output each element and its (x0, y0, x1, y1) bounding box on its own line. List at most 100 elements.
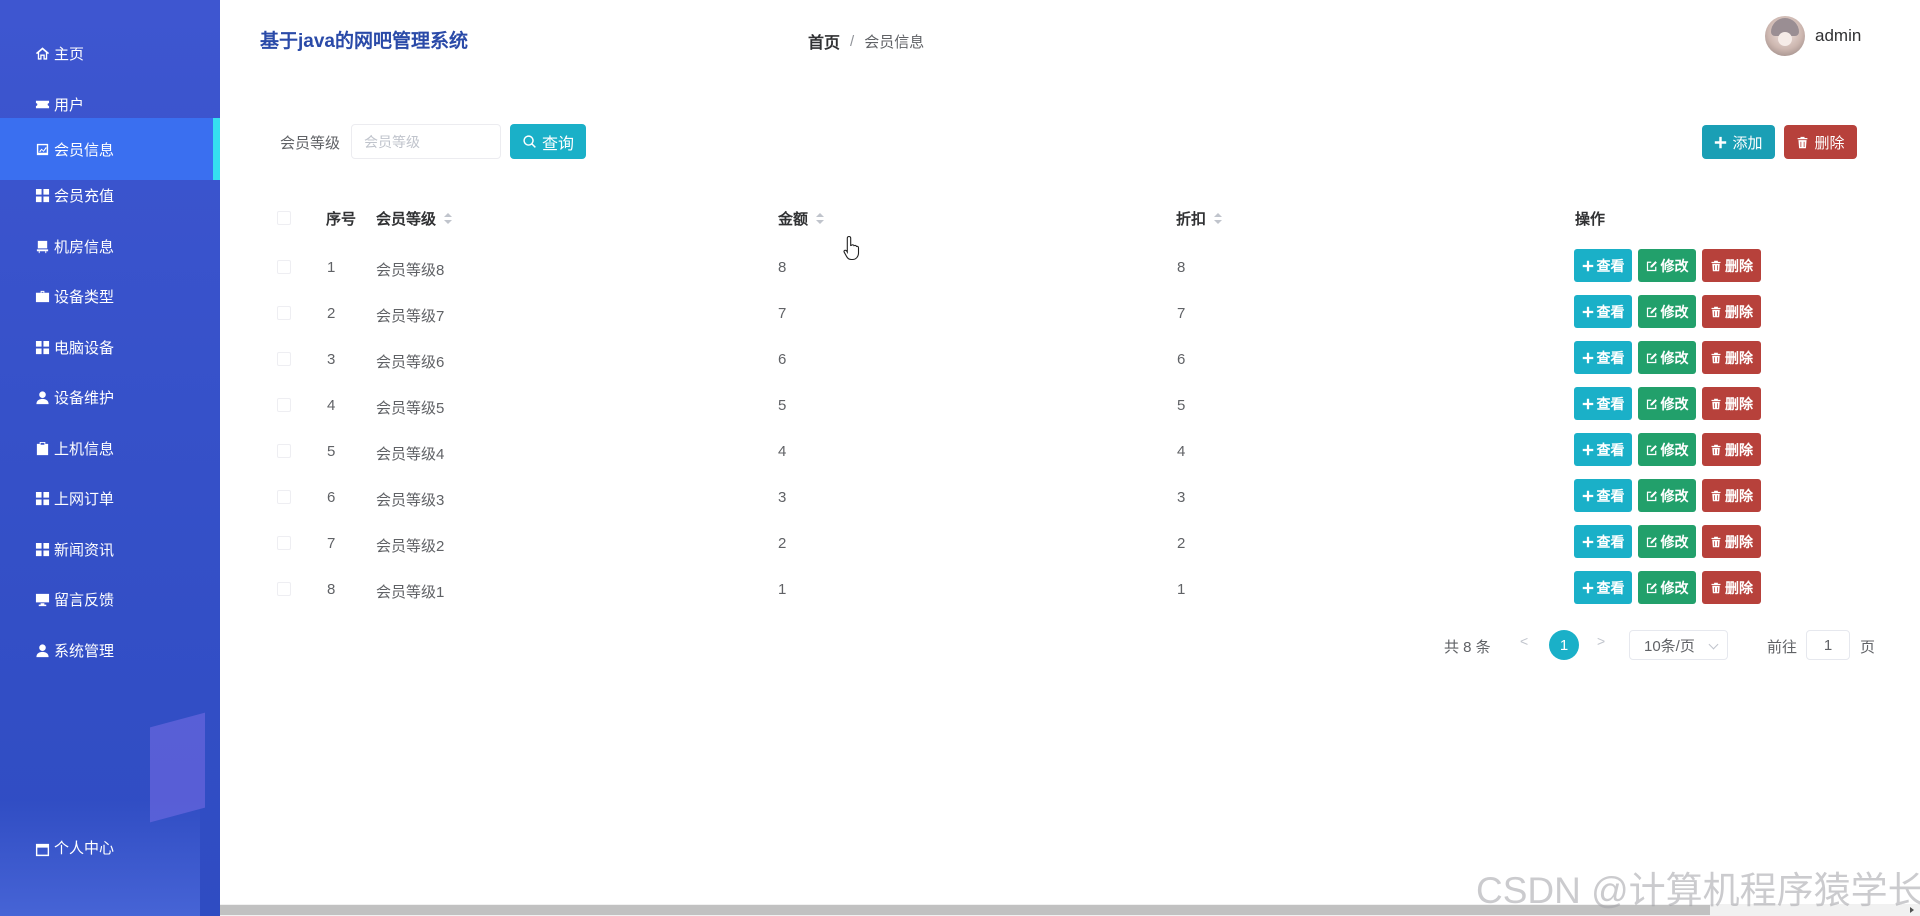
cell-amount: 8 (778, 259, 787, 276)
view-button-label: 查看 (1596, 579, 1625, 596)
grid-icon (34, 490, 50, 506)
cell-amount: 1 (778, 581, 787, 598)
pagination-next-button[interactable]: > (1597, 633, 1605, 663)
edit-button[interactable]: 修改 (1638, 387, 1696, 420)
table-row[interactable]: 3 会员等级6 6 6 查看 修改 删除 (270, 336, 1860, 382)
column-header-level[interactable]: 会员等级 (376, 208, 453, 229)
pagination-page-1[interactable]: 1 (1549, 630, 1579, 660)
table-row[interactable]: 8 会员等级1 1 1 查看 修改 删除 (270, 566, 1860, 612)
user-menu[interactable]: admin (1765, 16, 1861, 56)
sidebar-item-label: 上网订单 (54, 490, 115, 508)
chevron-down-icon (1708, 639, 1719, 650)
column-header-discount[interactable]: 折扣 (1176, 208, 1223, 229)
delete-button[interactable]: 删除 (1702, 249, 1761, 282)
select-all-checkbox[interactable] (277, 211, 291, 225)
goto-page-input[interactable] (1806, 630, 1850, 660)
member-level-search-input[interactable] (351, 124, 501, 159)
table-row[interactable]: 5 会员等级4 4 4 查看 修改 删除 (270, 428, 1860, 474)
row-checkbox[interactable] (277, 582, 291, 596)
row-checkbox[interactable] (277, 444, 291, 458)
delete-button[interactable]: 删除 (1702, 295, 1761, 328)
delete-button[interactable]: 删除 (1702, 341, 1761, 374)
delete-button-label: 删除 (1725, 303, 1753, 320)
view-button-label: 查看 (1596, 303, 1625, 320)
column-header-index: 序号 (326, 211, 357, 228)
watermark: CSDN @计算机程序猿学长 (1476, 870, 1920, 911)
sort-icon[interactable] (1214, 212, 1223, 225)
edit-button-label: 修改 (1660, 257, 1689, 274)
delete-button[interactable]: 删除 (1702, 525, 1761, 558)
view-button[interactable]: 查看 (1574, 525, 1632, 558)
view-button[interactable]: 查看 (1574, 479, 1632, 512)
cell-level: 会员等级4 (376, 446, 445, 463)
sidebar-item-label: 会员信息 (54, 141, 115, 159)
page-size-select[interactable]: 10条/页 (1629, 630, 1728, 660)
table-row[interactable]: 1 会员等级8 8 8 查看 修改 删除 (270, 244, 1860, 290)
edit-button[interactable]: 修改 (1638, 571, 1696, 604)
sidebar-item-label: 新闻资讯 (54, 541, 115, 559)
chart-icon (34, 141, 50, 157)
username[interactable]: admin (1815, 26, 1861, 46)
plus-icon (1582, 444, 1593, 455)
edit-button[interactable]: 修改 (1638, 433, 1696, 466)
pagination-total: 共 8 条 (1444, 639, 1491, 656)
sidebar-item-personal-center[interactable]: 个人中心 (0, 838, 220, 860)
calendar-icon (34, 841, 50, 857)
breadcrumb-home[interactable]: 首页 (808, 29, 840, 53)
cell-index: 1 (327, 259, 336, 276)
delete-button[interactable]: 删除 (1702, 433, 1761, 466)
edit-button[interactable]: 修改 (1638, 341, 1696, 374)
row-checkbox[interactable] (277, 490, 291, 504)
cell-amount: 3 (778, 489, 787, 506)
row-checkbox[interactable] (277, 260, 291, 274)
row-checkbox[interactable] (277, 306, 291, 320)
row-checkbox[interactable] (277, 398, 291, 412)
pagination-prev-button[interactable]: < (1520, 633, 1528, 663)
sidebar-item-label: 个人中心 (54, 840, 115, 857)
cell-discount: 4 (1177, 443, 1186, 460)
grid-icon (34, 187, 50, 203)
plus-icon (1582, 582, 1593, 593)
batch-delete-button[interactable]: 删除 (1784, 125, 1857, 159)
edit-button[interactable]: 修改 (1638, 249, 1696, 282)
delete-button[interactable]: 删除 (1702, 571, 1761, 604)
sort-icon[interactable] (444, 212, 453, 225)
home-icon (34, 45, 50, 61)
view-button[interactable]: 查看 (1574, 341, 1632, 374)
batch-delete-button-label: 删除 (1814, 134, 1845, 152)
table-row[interactable]: 4 会员等级5 5 5 查看 修改 删除 (270, 382, 1860, 428)
view-button[interactable]: 查看 (1574, 295, 1632, 328)
edit-button-label: 修改 (1660, 533, 1689, 550)
delete-button-label: 删除 (1725, 533, 1753, 550)
delete-button[interactable]: 删除 (1702, 387, 1761, 420)
edit-button[interactable]: 修改 (1638, 525, 1696, 558)
trash-icon (1798, 136, 1808, 148)
table-row[interactable]: 6 会员等级3 3 3 查看 修改 删除 (270, 474, 1860, 520)
cell-level: 会员等级5 (376, 400, 445, 417)
edit-button[interactable]: 修改 (1638, 295, 1696, 328)
avatar[interactable] (1765, 16, 1805, 56)
plus-icon (1582, 352, 1593, 363)
edit-button-label: 修改 (1660, 579, 1689, 596)
grid-icon (34, 339, 50, 355)
edit-button[interactable]: 修改 (1638, 479, 1696, 512)
table-row[interactable]: 7 会员等级2 2 2 查看 修改 删除 (270, 520, 1860, 566)
view-button[interactable]: 查看 (1574, 433, 1632, 466)
view-button[interactable]: 查看 (1574, 249, 1632, 282)
row-checkbox[interactable] (277, 536, 291, 550)
add-button[interactable]: 添加 (1702, 125, 1775, 159)
row-checkbox[interactable] (277, 352, 291, 366)
breadcrumb-current: 会员信息 (864, 33, 925, 51)
column-header-amount[interactable]: 金额 (778, 208, 825, 229)
sort-icon[interactable] (816, 212, 825, 225)
sidebar-item-system-management[interactable]: 系统管理 (0, 619, 220, 681)
cell-index: 8 (327, 581, 336, 598)
view-button-label: 查看 (1596, 257, 1625, 274)
cell-level: 会员等级1 (376, 584, 445, 601)
query-button[interactable]: 查询 (510, 124, 586, 159)
table-row[interactable]: 2 会员等级7 7 7 查看 修改 删除 (270, 290, 1860, 336)
delete-button[interactable]: 删除 (1702, 479, 1761, 512)
view-button[interactable]: 查看 (1574, 571, 1632, 604)
edit-icon (1646, 260, 1657, 271)
view-button[interactable]: 查看 (1574, 387, 1632, 420)
